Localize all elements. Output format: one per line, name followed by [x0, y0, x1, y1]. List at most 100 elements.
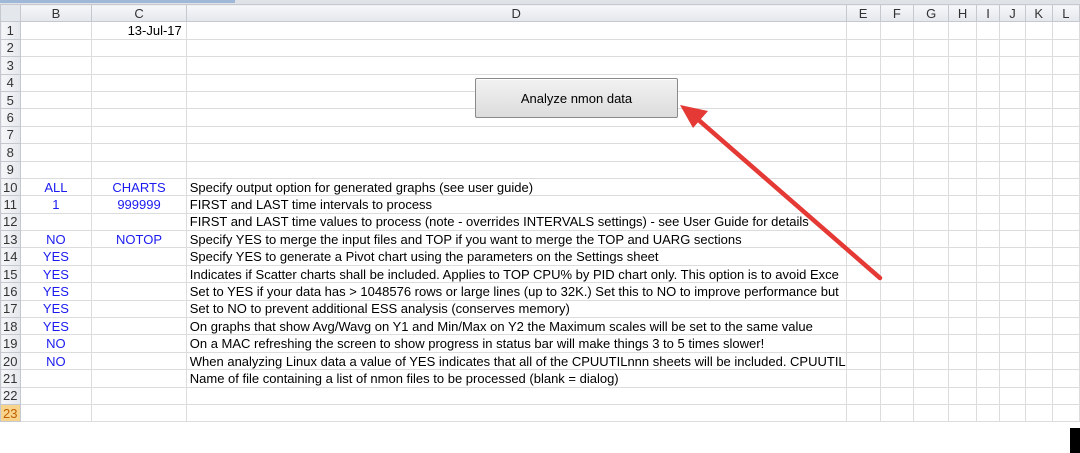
empty-cell[interactable]: [1051, 143, 1080, 162]
empty-cell[interactable]: [999, 317, 1026, 336]
empty-cell[interactable]: [1024, 160, 1053, 179]
empty-cell[interactable]: [999, 230, 1026, 249]
empty-cell[interactable]: [948, 177, 977, 197]
empty-cell[interactable]: [975, 56, 1001, 75]
column-header[interactable]: F: [879, 3, 915, 23]
empty-cell[interactable]: [913, 73, 950, 92]
empty-cell[interactable]: [999, 108, 1026, 127]
empty-cell[interactable]: [1051, 212, 1080, 232]
cell-b[interactable]: [19, 56, 93, 75]
empty-cell[interactable]: [999, 38, 1026, 58]
empty-cell[interactable]: [948, 230, 977, 249]
empty-cell[interactable]: [975, 21, 1001, 40]
column-header[interactable]: E: [845, 3, 881, 23]
row-header[interactable]: 20: [0, 351, 21, 371]
cell-c[interactable]: [91, 403, 187, 423]
cell-b[interactable]: YES: [19, 282, 93, 301]
empty-cell[interactable]: [1051, 56, 1080, 75]
cell-c[interactable]: NOTOP: [91, 230, 187, 249]
empty-cell[interactable]: [1024, 282, 1053, 301]
empty-cell[interactable]: [975, 195, 1001, 214]
row-header[interactable]: 15: [0, 264, 21, 284]
empty-cell[interactable]: [948, 160, 977, 179]
cell-d[interactable]: Set to YES if your data has > 1048576 ro…: [185, 282, 847, 301]
cell-c[interactable]: [91, 125, 187, 145]
select-all-corner[interactable]: [0, 3, 21, 23]
empty-cell[interactable]: [948, 38, 977, 58]
empty-cell[interactable]: [1051, 282, 1080, 301]
empty-cell[interactable]: [975, 386, 1001, 405]
cell-c[interactable]: [91, 334, 187, 353]
empty-cell[interactable]: [948, 195, 977, 214]
cell-c[interactable]: [91, 264, 187, 284]
row-header[interactable]: 13: [0, 230, 21, 249]
empty-cell[interactable]: [913, 386, 950, 405]
empty-cell[interactable]: [999, 264, 1026, 284]
empty-cell[interactable]: [975, 177, 1001, 197]
row-header[interactable]: 12: [0, 212, 21, 232]
cell-d[interactable]: [185, 56, 847, 75]
empty-cell[interactable]: [913, 282, 950, 301]
cell-b[interactable]: [19, 160, 93, 179]
empty-cell[interactable]: [1051, 247, 1080, 266]
cell-b[interactable]: [19, 38, 93, 58]
empty-cell[interactable]: [879, 108, 915, 127]
cell-b[interactable]: ALL: [19, 177, 93, 197]
empty-cell[interactable]: [1051, 73, 1080, 92]
empty-cell[interactable]: [948, 125, 977, 145]
row-header[interactable]: 22: [0, 386, 21, 405]
empty-cell[interactable]: [1024, 369, 1053, 388]
empty-cell[interactable]: [879, 212, 915, 232]
row-header[interactable]: 16: [0, 282, 21, 301]
cell-c[interactable]: [91, 73, 187, 92]
empty-cell[interactable]: [1051, 90, 1080, 110]
empty-cell[interactable]: [1051, 108, 1080, 127]
empty-cell[interactable]: [879, 195, 915, 214]
empty-cell[interactable]: [845, 386, 881, 405]
cell-d[interactable]: FIRST and LAST time values to process (n…: [185, 212, 847, 232]
empty-cell[interactable]: [1024, 38, 1053, 58]
empty-cell[interactable]: [913, 247, 950, 266]
empty-cell[interactable]: [948, 56, 977, 75]
cell-b[interactable]: YES: [19, 299, 93, 319]
cell-d[interactable]: When analyzing Linux data a value of YES…: [185, 351, 847, 371]
empty-cell[interactable]: [999, 195, 1026, 214]
empty-cell[interactable]: [845, 247, 881, 266]
empty-cell[interactable]: [845, 230, 881, 249]
empty-cell[interactable]: [913, 264, 950, 284]
cell-d[interactable]: [185, 403, 847, 423]
cell-d[interactable]: [185, 125, 847, 145]
cell-d[interactable]: Specify YES to merge the input files and…: [185, 230, 847, 249]
row-header[interactable]: 1: [0, 21, 21, 40]
empty-cell[interactable]: [879, 21, 915, 40]
cell-c[interactable]: CHARTS: [91, 177, 187, 197]
empty-cell[interactable]: [999, 125, 1026, 145]
cell-d[interactable]: [185, 38, 847, 58]
cell-b[interactable]: NO: [19, 351, 93, 371]
empty-cell[interactable]: [948, 212, 977, 232]
empty-cell[interactable]: [948, 21, 977, 40]
empty-cell[interactable]: [845, 73, 881, 92]
empty-cell[interactable]: [879, 56, 915, 75]
empty-cell[interactable]: [879, 90, 915, 110]
column-header[interactable]: H: [948, 3, 977, 23]
cell-c[interactable]: [91, 247, 187, 266]
cell-b[interactable]: [19, 143, 93, 162]
empty-cell[interactable]: [845, 299, 881, 319]
empty-cell[interactable]: [975, 108, 1001, 127]
cell-c[interactable]: [91, 38, 187, 58]
column-header[interactable]: L: [1051, 3, 1080, 23]
cell-d[interactable]: On a MAC refreshing the screen to show p…: [185, 334, 847, 353]
empty-cell[interactable]: [913, 177, 950, 197]
empty-cell[interactable]: [999, 334, 1026, 353]
empty-cell[interactable]: [999, 160, 1026, 179]
empty-cell[interactable]: [913, 230, 950, 249]
empty-cell[interactable]: [879, 38, 915, 58]
empty-cell[interactable]: [1051, 351, 1080, 371]
empty-cell[interactable]: [1024, 334, 1053, 353]
empty-cell[interactable]: [1051, 38, 1080, 58]
empty-cell[interactable]: [999, 143, 1026, 162]
empty-cell[interactable]: [913, 351, 950, 371]
cell-c[interactable]: [91, 351, 187, 371]
empty-cell[interactable]: [1024, 125, 1053, 145]
